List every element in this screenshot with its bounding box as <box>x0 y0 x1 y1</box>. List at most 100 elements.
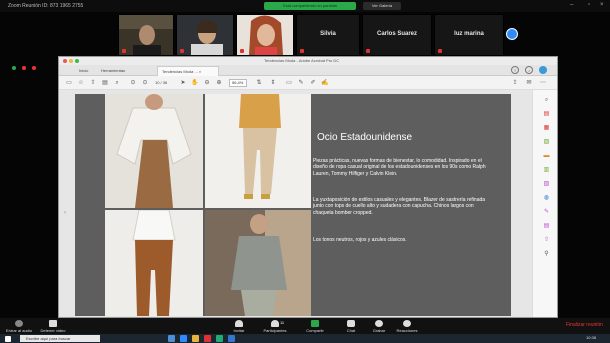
comment-tool-icon[interactable]: ▬ <box>542 152 551 161</box>
participant-video <box>237 15 293 55</box>
search-icon[interactable]: ⌕ <box>113 79 121 87</box>
minimize-dot-icon[interactable] <box>69 59 73 63</box>
combine-files-icon[interactable]: ▥ <box>542 166 551 175</box>
close-icon[interactable]: × <box>600 2 604 8</box>
zoom-tool-icon[interactable]: ⌕ <box>542 96 551 105</box>
slide-paragraph: Los tonos neutros, rojos y azules clásic… <box>313 237 407 243</box>
select-cursor-icon[interactable]: ➤ <box>179 79 187 87</box>
windows-start-icon[interactable] <box>5 336 11 342</box>
muted-icon <box>240 49 244 53</box>
view-gallery-button[interactable]: Ver Galería <box>363 2 401 10</box>
screen-share-banner[interactable]: Está compartiendo su pantalla <box>264 2 356 10</box>
send-for-signature-icon[interactable]: ⇧ <box>542 236 551 245</box>
audio-button[interactable]: Entrar al audio <box>2 320 36 333</box>
acrobat-window-title: Tendencias Moda - Adobe Acrobat Pro DC <box>264 58 340 63</box>
participant-name: Silvia <box>320 31 336 37</box>
invite-label: Invitar <box>233 328 245 333</box>
pen-icon[interactable]: ✎ <box>297 79 305 87</box>
word-app-icon[interactable] <box>228 335 235 342</box>
next-participants-icon[interactable] <box>506 28 518 40</box>
previous-page-icon[interactable]: ⊙ <box>129 79 137 87</box>
fit-page-icon[interactable]: ⇅ <box>255 79 263 87</box>
file-explorer-icon[interactable] <box>192 335 199 342</box>
protect-icon[interactable]: ✎ <box>542 208 551 217</box>
participants-label: Participantes <box>263 328 287 333</box>
status-dot-icon <box>32 66 36 70</box>
windows-taskbar: Escribe aquí para buscar 10:38 <box>0 334 610 343</box>
scroll-mode-icon[interactable]: ⇕ <box>269 79 277 87</box>
zoom-out-icon[interactable]: ⊖ <box>203 79 211 87</box>
participant-video-tile[interactable] <box>118 14 174 56</box>
task-view-icon[interactable] <box>168 335 175 342</box>
zoom-app-icon[interactable] <box>180 335 187 342</box>
reactions-label: Reacciones <box>396 328 418 333</box>
zoom-in-icon[interactable]: ⊕ <box>215 79 223 87</box>
record-label: Grabar <box>372 328 386 333</box>
acrobat-app-icon[interactable] <box>204 335 211 342</box>
organize-pages-icon[interactable]: ▨ <box>542 180 551 189</box>
participants-button[interactable]: Participantes 11 <box>258 320 292 333</box>
slide-paragraph: Piezas prácticas, nuevas formas de biene… <box>313 158 486 177</box>
more-tools-icon[interactable]: ⚲ <box>542 250 551 259</box>
export-pdf-icon[interactable]: ▤ <box>542 110 551 119</box>
end-meeting-button[interactable]: Finalizar reunión <box>566 322 603 328</box>
edit-pdf-icon[interactable]: ▧ <box>542 138 551 147</box>
participant-name-tile[interactable]: luz marina <box>434 14 504 56</box>
mic-icon <box>15 320 23 327</box>
participant-video <box>177 15 233 55</box>
status-dot-icon <box>22 66 26 70</box>
save-icon[interactable]: ▭ <box>65 79 73 87</box>
print-icon[interactable]: ▤ <box>101 79 109 87</box>
redact-icon[interactable]: ◍ <box>542 194 551 203</box>
participant-video-tile[interactable] <box>176 14 234 56</box>
bell-icon[interactable]: ♪ <box>525 66 533 74</box>
chrome-app-icon[interactable] <box>216 335 223 342</box>
maximize-dot-icon[interactable] <box>75 59 79 63</box>
tab-tools[interactable]: Herramientas <box>97 66 129 76</box>
participant-video <box>119 15 173 55</box>
comment-icon[interactable]: ▭ <box>285 79 293 87</box>
fashion-photo-grey-suit <box>205 210 311 316</box>
share-label: Compartir <box>306 328 324 333</box>
tab-document[interactable]: Tendencias Moda ... × <box>157 66 219 76</box>
hand-icon[interactable]: ✋ <box>191 79 199 87</box>
minimize-icon[interactable]: – <box>570 2 573 8</box>
document-viewport[interactable]: Ocio Estadounidense Piezas prácticas, nu… <box>59 90 532 317</box>
acrobat-window: Tendencias Moda - Adobe Acrobat Pro DC I… <box>58 56 558 318</box>
more-icon[interactable]: ⋯ <box>539 79 547 87</box>
close-dot-icon[interactable] <box>63 59 67 63</box>
help-icon[interactable]: ? <box>511 66 519 74</box>
record-icon <box>375 320 383 327</box>
participant-name-tile[interactable]: Silvia <box>296 14 360 56</box>
participant-video-tile[interactable] <box>236 14 294 56</box>
share-link-icon[interactable]: ⇪ <box>511 79 519 87</box>
fashion-photo-brown-pants <box>105 210 203 316</box>
bookmark-star-icon[interactable]: ☆ <box>77 79 85 87</box>
upload-icon[interactable]: ⇧ <box>89 79 97 87</box>
reactions-button[interactable]: Reacciones <box>390 320 424 333</box>
sign-icon[interactable]: ✍ <box>321 79 329 87</box>
fill-sign-icon[interactable]: ▤ <box>542 222 551 231</box>
maximize-icon[interactable]: ▫ <box>588 2 590 8</box>
create-pdf-icon[interactable]: ▦ <box>542 124 551 133</box>
highlight-icon[interactable]: ✐ <box>309 79 317 87</box>
muted-icon <box>180 49 184 53</box>
participants-icon <box>271 320 279 327</box>
participant-name-tile[interactable]: Carlos Suarez <box>362 14 432 56</box>
slide-title: Ocio Estadounidense <box>317 132 413 143</box>
scroll-left-icon[interactable]: ‹ <box>64 210 68 220</box>
fashion-photo-beige-outfit <box>205 94 311 208</box>
tab-home[interactable]: Inicio <box>75 66 92 76</box>
participant-name: luz marina <box>454 31 484 37</box>
share-screen-button[interactable]: Compartir <box>298 320 332 333</box>
reactions-icon <box>403 320 411 327</box>
user-avatar[interactable] <box>539 66 547 74</box>
next-page-icon[interactable]: ⊙ <box>141 79 149 87</box>
zoom-level-input[interactable]: 56,4% <box>229 79 247 87</box>
video-label: Detener video <box>40 328 66 333</box>
screen: Zoom Reunión ID: 873 1965 2755 Está comp… <box>0 0 610 343</box>
email-icon[interactable]: ✉ <box>525 79 533 87</box>
video-button[interactable]: Detener video <box>36 320 70 333</box>
taskbar-search-input[interactable]: Escribe aquí para buscar <box>20 335 100 342</box>
invite-button[interactable]: Invitar <box>222 320 256 333</box>
